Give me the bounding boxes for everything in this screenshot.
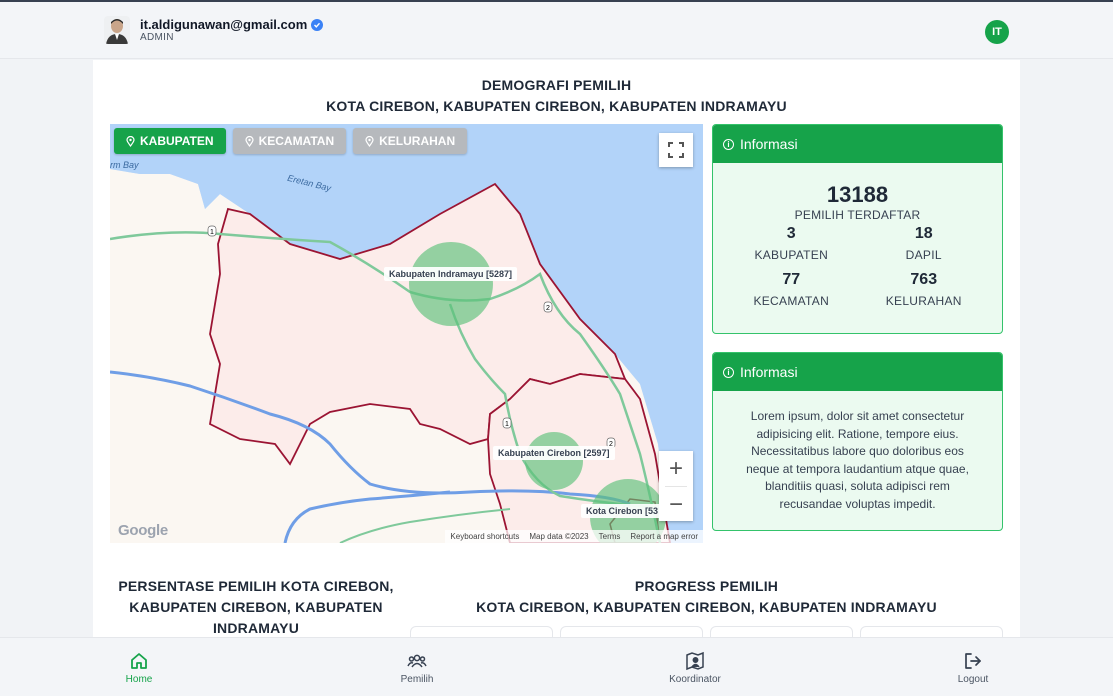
- location-pin-icon: [365, 135, 374, 147]
- zoom-in-button[interactable]: +: [659, 451, 693, 486]
- page-title: DEMOGRAFI PEMILIH: [481, 77, 632, 93]
- fullscreen-button[interactable]: [659, 133, 693, 167]
- road-marker-label: 1: [210, 229, 214, 236]
- total-voters-label: PEMILIH TERDAFTAR: [794, 208, 921, 222]
- progress-title: PROGRESS PEMILIH KOTA CIREBON, KABUPATEN…: [410, 576, 1003, 618]
- info-stats-panel: i Informasi 13188 PEMILIH TERDAFTAR 3 KA…: [712, 124, 1003, 334]
- info-text-panel: i Informasi Lorem ipsum, dolor sit amet …: [712, 352, 1003, 531]
- nav-pemilih-label: Pemilih: [400, 674, 434, 685]
- info-stats-header: Informasi: [740, 136, 798, 152]
- stat-value: 18: [914, 225, 933, 242]
- stat-label: DAPIL: [905, 248, 942, 262]
- location-pin-icon: [126, 135, 135, 147]
- persentase-title: PERSENTASE PEMILIH KOTA CIREBON, KABUPAT…: [110, 576, 402, 639]
- stat-dapil: 18 DAPIL: [858, 225, 991, 262]
- nav-koordinator-label: Koordinator: [669, 674, 721, 685]
- map-label-kota-cirebon[interactable]: Kota Cirebon [53: [581, 504, 664, 518]
- tab-kelurahan[interactable]: KELURAHAN: [353, 128, 468, 154]
- tab-kabupaten[interactable]: KABUPATEN: [114, 128, 226, 154]
- home-icon: [131, 653, 147, 669]
- stat-label: KELURAHAN: [885, 294, 962, 308]
- map-canvas: 1212: [110, 124, 703, 543]
- info-icon: i: [723, 366, 734, 378]
- dashboard-card: DEMOGRAFI PEMILIH KOTA CIREBON, KABUPATE…: [93, 60, 1020, 666]
- stat-value: 763: [910, 271, 938, 288]
- persentase-title-line3: INDRAMAYU: [212, 620, 300, 636]
- nav-home[interactable]: Home: [0, 638, 278, 696]
- map-person-icon: [686, 651, 704, 671]
- zoom-out-button[interactable]: −: [659, 487, 693, 522]
- info-text-header: Informasi: [740, 364, 798, 380]
- map-view[interactable]: 1212 KABUPATEN KECAMATAN KELURAHAN + − E…: [110, 124, 703, 543]
- tab-kecamatan[interactable]: KECAMATAN: [232, 128, 347, 154]
- logout-icon: [965, 653, 981, 669]
- bottom-navigation: Home Pemilih Koordinator Logout: [0, 637, 1113, 696]
- stat-label: KECAMATAN: [753, 294, 830, 308]
- stat-kelurahan: 763 KELURAHAN: [858, 271, 991, 308]
- user-email: it.aldigunawan@gmail.com: [140, 16, 308, 32]
- location-pin-icon: [244, 135, 254, 147]
- map-label-indramayu[interactable]: Kabupaten Indramayu [5287]: [384, 267, 518, 281]
- map-data-text: Map data ©2023: [529, 532, 589, 541]
- tab-kabupaten-label: KABUPATEN: [140, 134, 214, 148]
- progress-title-line2: KOTA CIREBON, KABUPATEN CIREBON, KABUPAT…: [476, 599, 937, 615]
- users-icon: [407, 654, 427, 668]
- tab-kecamatan-label: KECAMATAN: [258, 134, 335, 148]
- stat-value: 77: [782, 271, 801, 288]
- map-label-kab-cirebon[interactable]: Kabupaten Cirebon [2597]: [493, 446, 615, 460]
- persentase-title-line2: KABUPATEN CIREBON, KABUPATEN: [129, 599, 383, 615]
- water-label-bay: rm Bay: [110, 160, 139, 170]
- zoom-controls: + −: [659, 451, 693, 521]
- progress-title-line1: PROGRESS PEMILIH: [634, 578, 779, 594]
- info-icon: i: [723, 138, 734, 150]
- fullscreen-icon: [668, 142, 684, 158]
- stat-kabupaten: 3 KABUPATEN: [725, 225, 858, 262]
- stat-value: 3: [786, 225, 796, 242]
- nav-logout[interactable]: Logout: [834, 638, 1112, 696]
- map-attribution: Keyboard shortcuts Map data ©2023 Terms …: [445, 530, 703, 543]
- persentase-title-line1: PERSENTASE PEMILIH KOTA CIREBON,: [118, 578, 394, 594]
- tab-kelurahan-label: KELURAHAN: [379, 134, 456, 148]
- road-marker-label: 2: [546, 305, 550, 312]
- nav-koordinator[interactable]: Koordinator: [556, 638, 834, 696]
- stat-label: KABUPATEN: [754, 248, 829, 262]
- nav-logout-label: Logout: [957, 674, 989, 685]
- profile-initials-avatar[interactable]: IT: [985, 20, 1009, 44]
- nav-home-label: Home: [125, 674, 153, 685]
- stats-grid: 3 KABUPATEN 18 DAPIL 77 KECAMATAN 763 KE…: [713, 225, 1002, 317]
- total-voters-value: 13188: [826, 182, 889, 207]
- top-header: it.aldigunawan@gmail.com ADMIN IT: [0, 0, 1113, 59]
- page-subtitle: KOTA CIREBON, KABUPATEN CIREBON, KABUPAT…: [326, 98, 787, 114]
- stat-kecamatan: 77 KECAMATAN: [725, 271, 858, 308]
- user-info[interactable]: it.aldigunawan@gmail.com ADMIN: [104, 16, 324, 44]
- nav-pemilih[interactable]: Pemilih: [278, 638, 556, 696]
- user-role: ADMIN: [140, 31, 174, 43]
- info-text-body: Lorem ipsum, dolor sit amet consectetur …: [746, 409, 969, 511]
- map-level-tabs: KABUPATEN KECAMATAN KELURAHAN: [114, 128, 468, 154]
- terms-link[interactable]: Terms: [599, 532, 621, 541]
- verified-icon: [311, 18, 324, 31]
- keyboard-shortcuts-link[interactable]: Keyboard shortcuts: [450, 532, 519, 541]
- report-error-link[interactable]: Report a map error: [630, 532, 698, 541]
- user-avatar[interactable]: [104, 16, 130, 44]
- road-marker-label: 1: [505, 421, 509, 428]
- google-logo: Google: [118, 522, 168, 539]
